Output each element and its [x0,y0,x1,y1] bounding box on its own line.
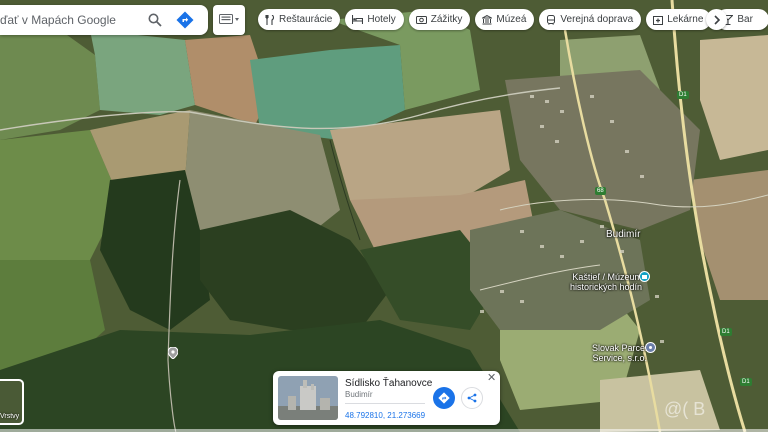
chip-museums[interactable]: Múzeá [475,9,535,30]
place-thumbnail[interactable] [278,376,338,420]
chip-attractions[interactable]: Zážitky [408,9,471,30]
directions-icon[interactable] [174,9,196,31]
road-shield: D1 [740,378,752,386]
card-divider [345,403,425,404]
chip-label: Verejná doprava [560,14,634,25]
place-info-card[interactable]: Sídlisko Ťahanovce Budimír 48.792810, 21… [273,371,500,425]
chip-restaurants[interactable]: Reštaurácie [258,9,341,30]
chip-hotels[interactable]: Hotely [345,9,404,30]
chips-next-button[interactable] [706,9,727,30]
poi-slovak-line2: Service, s.r.o. [592,353,648,363]
poi-slovak-parcel-label[interactable]: Slovak Parcel Service, s.r.o. [592,343,647,363]
poi-slovak-line1: Slovak Parcel [592,343,648,353]
chevron-right-icon [713,14,720,25]
location-pin-icon[interactable] [168,347,178,359]
layers-button[interactable]: Vrstvy [0,379,24,425]
pharmacy-icon [653,15,664,25]
place-coordinates[interactable]: 48.792810, 21.273669 [345,411,425,420]
transit-icon [547,14,556,25]
share-button[interactable] [461,387,483,409]
poi-kastiel-label[interactable]: Kaštieľ / Múzeum historických hodín [570,272,642,292]
map-type-toggle-button[interactable] [213,5,245,35]
chip-label: Bar [737,14,753,25]
chip-transit[interactable]: Verejná doprava [539,9,642,30]
chip-pharmacies[interactable]: Lekárne [646,9,712,30]
directions-icon [438,392,450,404]
museum-pin-icon[interactable] [639,271,650,282]
directions-button[interactable] [433,387,455,409]
category-chips: Reštaurácie Hotely Zážitky Múzeá Verejná… [258,9,768,30]
chip-label: Hotely [367,14,396,25]
share-icon [467,393,477,403]
search-input[interactable] [0,13,140,27]
camera-icon [415,16,427,24]
restaurant-icon [265,14,275,25]
close-icon[interactable]: ✕ [487,373,496,384]
village-label[interactable]: Budimír [606,229,640,240]
road-shield: D1 [677,91,689,99]
business-pin-icon[interactable] [645,342,656,353]
chip-label: Zážitky [430,14,463,25]
watermark: @( B [664,399,706,419]
hotel-icon [352,15,364,24]
layers-label: Vrstvy [0,413,20,420]
keyboard-icon [219,14,239,24]
poi-kastiel-line2: historických hodín [570,282,643,292]
place-subtitle: Budimír [345,390,373,399]
chip-label: Lekárne [667,14,704,25]
poi-kastiel-line1: Kaštieľ / Múzeum [572,272,643,282]
road-shield: 68 [595,187,606,195]
museum-icon [482,14,493,24]
chip-label: Reštaurácie [279,14,333,25]
chip-label: Múzeá [496,14,527,25]
satellite-map[interactable] [0,0,768,432]
road-shield: D1 [720,328,732,336]
search-icon[interactable] [144,9,166,31]
search-box [0,5,208,35]
place-title: Sídlisko Ťahanovce [345,378,433,389]
